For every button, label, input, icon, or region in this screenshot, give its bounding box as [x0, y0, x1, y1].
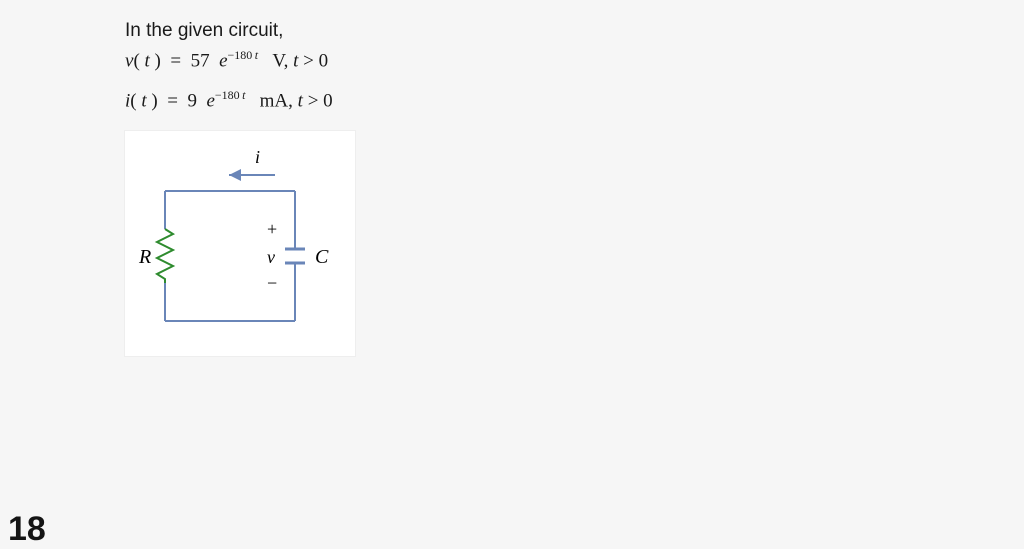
equation-current: i( t ) = 9 e−180 t mA, t > 0 [125, 88, 675, 112]
page-number-hint: 18 [8, 510, 46, 549]
polarity-minus: − [267, 273, 277, 293]
circuit-diagram: i R C + v − [125, 131, 355, 356]
voltage-label: v [267, 247, 275, 267]
problem-lead: In the given circuit, [125, 20, 675, 42]
equation-voltage: v( t ) = 57 e−180 t V, t > 0 [125, 48, 675, 72]
current-arrow-icon [229, 169, 275, 181]
resistor-icon [157, 229, 173, 283]
capacitor-label: C [315, 246, 329, 268]
current-label: i [255, 147, 260, 167]
polarity-plus: + [267, 219, 277, 239]
capacitor-icon [285, 249, 305, 263]
resistor-label: R [138, 246, 151, 268]
